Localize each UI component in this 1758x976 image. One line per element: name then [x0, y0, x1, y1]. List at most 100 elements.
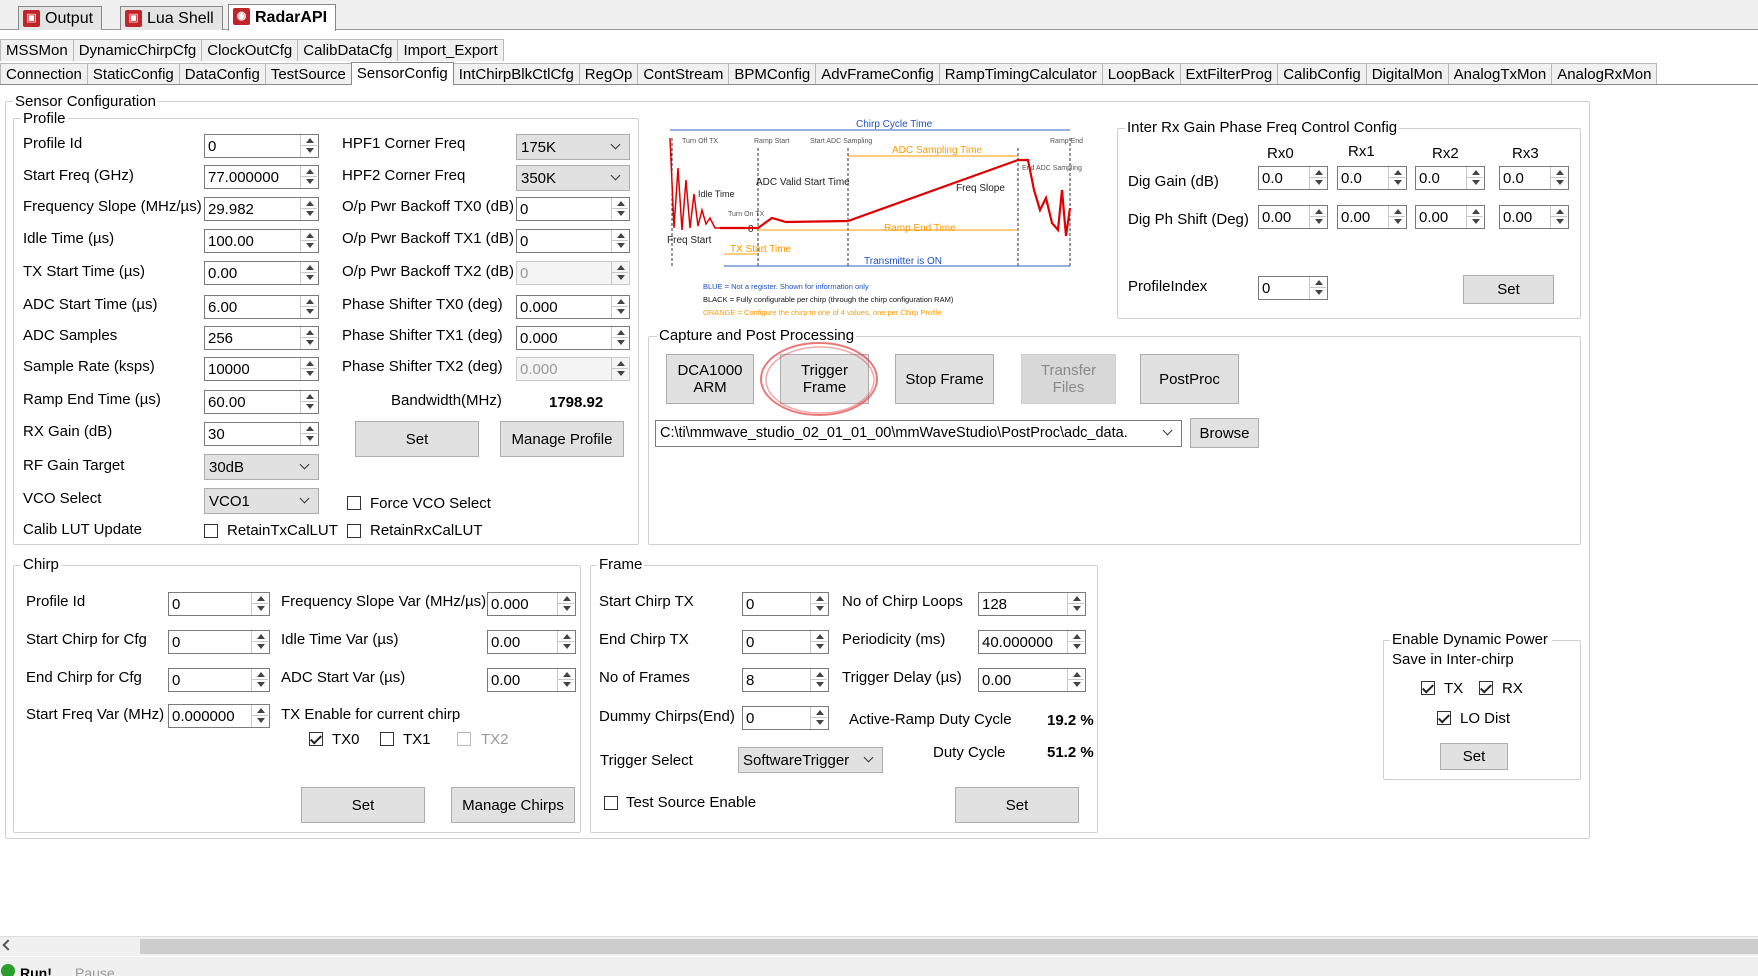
frame-set-button[interactable]: Set: [955, 787, 1079, 823]
dyn-power-set-button[interactable]: Set: [1440, 743, 1508, 770]
transfer-files-button[interactable]: Transfer Files: [1021, 354, 1116, 404]
dummy-chirps-spinner[interactable]: 0: [742, 706, 829, 730]
start-freq-var-spinner[interactable]: 0.000000: [168, 704, 270, 728]
dig-phase-rx1[interactable]: 0.00: [1337, 205, 1407, 229]
postproc-button[interactable]: PostProc: [1140, 354, 1239, 404]
manage-profile-button[interactable]: Manage Profile: [500, 421, 624, 457]
tx1-backoff-spinner[interactable]: 0: [516, 229, 630, 253]
ramp-end-spinner[interactable]: 60.00: [204, 390, 319, 414]
phase-tx2-spinner[interactable]: 0.000: [516, 357, 630, 381]
profile-index-spinner[interactable]: 0: [1258, 276, 1328, 300]
start-chirp-tx-spinner[interactable]: 0: [742, 592, 829, 616]
phase-tx1-spinner[interactable]: 0.000: [516, 326, 630, 350]
dig-phase-rx0[interactable]: 0.00: [1258, 205, 1328, 229]
tx0-checkbox[interactable]: [309, 732, 323, 746]
profile-set-button[interactable]: Set: [355, 421, 479, 457]
rf-gain-target-select[interactable]: 30dB: [204, 454, 319, 480]
tab-radarapi[interactable]: ◉ RadarAPI: [228, 4, 337, 31]
dig-gain-rx2[interactable]: 0.0: [1415, 166, 1485, 190]
start-chirp-cfg-spinner[interactable]: 0: [168, 630, 270, 654]
tx-start-spinner[interactable]: 0.00: [204, 261, 319, 285]
dyn-tx-checkbox[interactable]: [1421, 681, 1435, 695]
idle-var-spinner[interactable]: 0.00: [487, 630, 576, 654]
dca1000-arm-button[interactable]: DCA1000 ARM: [666, 354, 754, 404]
num-frames-spinner[interactable]: 8: [742, 668, 829, 692]
adc-var-spinner[interactable]: 0.00: [487, 668, 576, 692]
tab-intchirpblkctlcfg[interactable]: IntChirpBlkCtlCfg: [452, 63, 580, 84]
vco-select[interactable]: VCO1: [204, 488, 319, 514]
highlight-circle: [760, 342, 878, 416]
tab-connection[interactable]: Connection: [0, 63, 88, 84]
pause-button[interactable]: Pause: [75, 965, 115, 976]
dig-gain-rx1[interactable]: 0.0: [1337, 166, 1407, 190]
tab-sensorconfig[interactable]: SensorConfig: [350, 62, 454, 85]
freq-slope-spinner[interactable]: 29.982: [204, 197, 319, 221]
idle-time-spinner[interactable]: 100.00: [204, 229, 319, 253]
gain-phase-set-button[interactable]: Set: [1463, 275, 1554, 304]
adc-start-spinner[interactable]: 6.00: [204, 295, 319, 319]
trigger-delay-spinner[interactable]: 0.00: [978, 668, 1086, 692]
tab-regop[interactable]: RegOp: [578, 63, 639, 84]
tab-dynamicchirpcfg[interactable]: DynamicChirpCfg: [72, 39, 203, 61]
stop-frame-button[interactable]: Stop Frame: [895, 354, 994, 404]
dyn-rx-checkbox[interactable]: [1479, 681, 1493, 695]
force-vco-checkbox[interactable]: [347, 496, 361, 510]
chirp-loops-spinner[interactable]: 128: [978, 592, 1086, 616]
run-button[interactable]: Run!: [20, 965, 52, 976]
dig-phase-rx2[interactable]: 0.00: [1415, 205, 1485, 229]
tab-staticconfig[interactable]: StaticConfig: [86, 63, 180, 84]
adc-samples-spinner[interactable]: 256: [204, 326, 319, 350]
horizontal-scrollbar[interactable]: [0, 936, 1758, 956]
trigger-select-combo[interactable]: SoftwareTrigger: [738, 747, 883, 773]
tab-analogrxmon[interactable]: AnalogRxMon: [1551, 63, 1658, 84]
tab-extfilterprog[interactable]: ExtFilterProg: [1179, 63, 1279, 84]
output-icon: ▣: [23, 10, 40, 27]
sample-rate-spinner[interactable]: 10000: [204, 357, 319, 381]
tab-output[interactable]: ▣ Output: [18, 6, 103, 30]
tab-loopback[interactable]: LoopBack: [1101, 63, 1181, 84]
start-freq-spinner[interactable]: 77.000000: [204, 165, 319, 189]
tab-testsource[interactable]: TestSource: [264, 63, 352, 84]
tab-import-export[interactable]: Import_Export: [397, 39, 504, 61]
chirp-set-button[interactable]: Set: [301, 787, 425, 823]
dig-gain-label: Dig Gain (dB): [1128, 173, 1219, 190]
tab-bpmconfig[interactable]: BPMConfig: [728, 63, 817, 84]
manage-chirps-button[interactable]: Manage Chirps: [451, 787, 575, 823]
scrollbar-thumb[interactable]: [140, 939, 1758, 954]
retain-rx-checkbox[interactable]: [347, 524, 361, 538]
tab-calibconfig[interactable]: CalibConfig: [1277, 63, 1367, 84]
tab-ramptimingcalculator[interactable]: RampTimingCalculator: [938, 63, 1103, 84]
tx1-checkbox[interactable]: [380, 732, 394, 746]
tab-calibdatacfg[interactable]: CalibDataCfg: [297, 39, 399, 61]
profile-id-spinner[interactable]: 0: [204, 134, 319, 158]
dig-gain-rx0[interactable]: 0.0: [1258, 166, 1328, 190]
tx2-checkbox[interactable]: [457, 732, 471, 746]
tx0-backoff-spinner[interactable]: 0: [516, 197, 630, 221]
end-chirp-cfg-spinner[interactable]: 0: [168, 668, 270, 692]
tab-advframeconfig[interactable]: AdvFrameConfig: [815, 63, 940, 84]
tab-dataconfig[interactable]: DataConfig: [178, 63, 266, 84]
phase-tx0-spinner[interactable]: 0.000: [516, 295, 630, 319]
browse-button[interactable]: Browse: [1190, 418, 1259, 448]
hpf2-select[interactable]: 350K: [516, 165, 630, 191]
tab-clockoutcfg[interactable]: ClockOutCfg: [201, 39, 299, 61]
tab-mssmon[interactable]: MSSMon: [0, 39, 74, 61]
test-source-checkbox[interactable]: [604, 796, 618, 810]
hpf1-select[interactable]: 175K: [516, 134, 630, 160]
tab-contstream[interactable]: ContStream: [637, 63, 730, 84]
adc-data-path-combo[interactable]: C:\ti\mmwave_studio_02_01_01_00\mmWaveSt…: [655, 420, 1182, 447]
end-chirp-tx-spinner[interactable]: 0: [742, 630, 829, 654]
chirp-profile-id-spinner[interactable]: 0: [168, 592, 270, 616]
scroll-left-icon[interactable]: [2, 939, 14, 951]
tab-lua-shell[interactable]: ▣ Lua Shell: [120, 6, 223, 30]
dig-gain-rx3[interactable]: 0.0: [1499, 166, 1569, 190]
lo-dist-checkbox[interactable]: [1437, 711, 1451, 725]
dig-phase-rx3[interactable]: 0.00: [1499, 205, 1569, 229]
tx2-backoff-spinner[interactable]: 0: [516, 261, 630, 285]
rx-gain-spinner[interactable]: 30: [204, 422, 319, 446]
tab-digitalmon[interactable]: DigitalMon: [1365, 63, 1449, 84]
slope-var-spinner[interactable]: 0.000: [487, 592, 576, 616]
tab-analogtxmon[interactable]: AnalogTxMon: [1447, 63, 1553, 84]
retain-tx-checkbox[interactable]: [204, 524, 218, 538]
periodicity-spinner[interactable]: 40.000000: [978, 630, 1086, 654]
